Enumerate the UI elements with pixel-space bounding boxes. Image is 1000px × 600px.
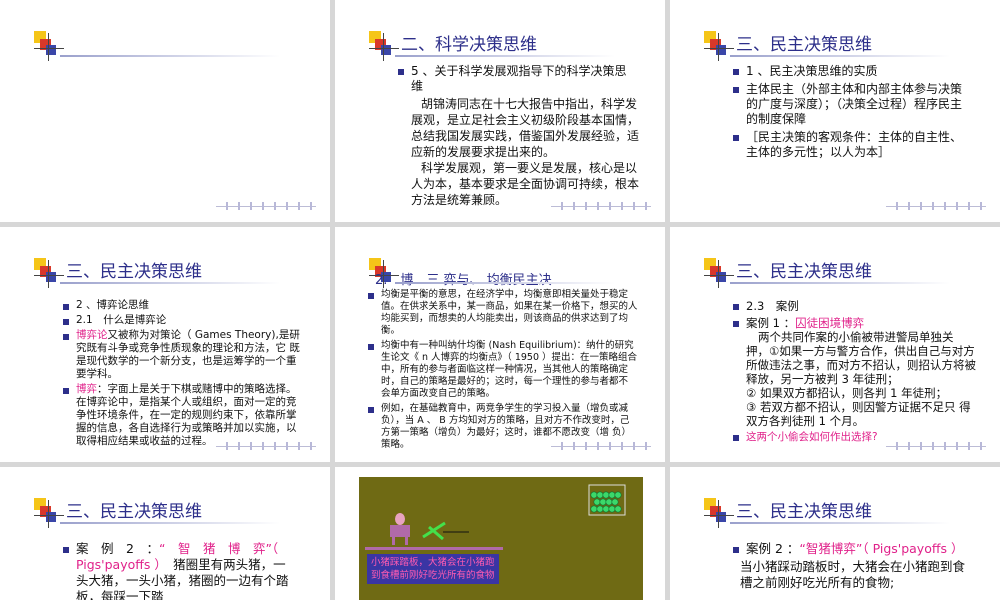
slide-5[interactable]: 2. 博 三 弈与、 均衡民主决 均衡是平衡的意思，在经济学中，均衡意即相关量处… [335,227,665,462]
slide-title: 三、民主决策思维 [66,502,202,522]
paragraph: 胡锦涛同志在十七大报告中指出，科学发展观，是立足社会主义初级阶段基本国情，总结我… [411,97,640,159]
slide-4[interactable]: 三、民主决策思维 2 、博弈论思维 2.1 什么是博弈论 博弈论又被称为对策论（… [0,227,330,462]
slide-2[interactable]: 二、科学决策思维 5 、关于科学发展观指导下的科学决策思 维 胡锦涛同志在十七大… [335,0,665,222]
title-underline [395,282,615,284]
footer-ornament [216,442,316,450]
bullet-item: 2.3 案例 [732,299,976,313]
title-underline [60,522,280,524]
footer-ornament [886,202,986,210]
caption-line: 小猪踩踏板，大猪会在小猪跑 [371,557,495,568]
slide-title: 二、科学决策思维 [401,35,537,55]
platform [365,547,503,550]
paragraph: ③ 若双方都不招认，则因警方证据不足只 得双方各判徒刑 1 个月。 [746,400,971,428]
slide-title: 三、民主决策思维 [736,262,872,282]
slide-title: 三、民主决策思维 [736,502,872,522]
slide-decoration-icon [34,31,64,61]
slide-decoration-icon [34,498,64,528]
slide-decoration-icon [704,31,734,61]
title-underline [395,55,615,57]
paragraph: ② 如果双方都招认，则各判 1 年徒刑； [746,386,948,400]
bullet-item: 案例 2 ：“智猪博弈”（ Pigs'payoffs ） [732,541,974,557]
bullet-text: ：字面上是关于下棋或赌博中的策略选择。在博弈论中，是指某个人或组织，面对一定的竞… [76,383,297,447]
game-illustration: 小猪踩踏板，大猪会在小猪跑 到食槽前刚好吃光所有的食物 [359,477,643,600]
case-name: 囚徒困境博弈 [795,316,865,330]
slide-8[interactable]: 小猪踩踏板，大猪会在小猪跑 到食槽前刚好吃光所有的食物 [335,467,665,600]
title-underline [730,282,950,284]
bullet-item: 均衡是平衡的意思，在经济学中，均衡意即相关量处于稳定值。在供求关系中，某一商品，… [367,289,639,337]
slide-decoration-icon [704,258,734,288]
slide-6[interactable]: 三、民主决策思维 2.3 案例 案例 1 ：囚徒困境博弈 两个共同作案的小偷被带… [670,227,1000,462]
bullet-item: 案例 1 ：囚徒困境博弈 [732,316,976,330]
bullet-item: 1 、民主决策思维的实质 [732,64,972,79]
title-underline [60,55,280,57]
footer-ornament [216,202,316,210]
paragraph: 科学发展观，第一要义是发展，核心是以人为本，基本要求是全面协调可持续，根本方法是… [411,161,640,207]
slide-7[interactable]: 三、民主决策思维 案 例 2 ：“ 智 猪 博 弈”（ Pigs'payoffs… [0,467,330,600]
slide-decoration-icon [369,31,399,61]
game-caption: 小猪踩踏板，大猪会在小猪跑 到食槽前刚好吃光所有的食物 [367,554,499,584]
slide-title: 三、民主决策思维 [736,35,872,55]
bullet-item: 5 、关于科学发展观指导下的科学决策思 维 [397,64,637,94]
slide-title-overlap: 2. 博 三 弈与、 均衡民主决 [375,273,552,288]
title-underline [60,282,280,284]
term-highlight: 博弈论 [76,329,108,341]
case-label: 案 例 2 ： [76,541,159,556]
bullet-item: 2 、博弈论思维 [62,299,302,312]
title-underline [730,55,950,57]
caption-line: 到食槽前刚好吃光所有的食物 [371,570,495,581]
bullet-item: 均衡中有一种叫纳什均衡 (Nash Equilibrium)：纳什的研究 生论文… [367,340,639,400]
bullet-item: 主体民主（外部主体和内部主体参与决策的广度与深度）；（决策全过程）程序民主的制度… [732,82,972,127]
bullet-item: 案 例 2 ：“ 智 猪 博 弈”（ Pigs'payoffs ） 猪圈里有两头… [62,541,294,600]
bullet-text: 又被称为对策论（ Games Theory),是研 究既有斗争或竞争性质现象的理… [76,329,300,380]
pedal-lever-icon [422,521,469,541]
bullet-item: ［民主决策的客观条件：主体的自主性、主体的多元性；以人为本］ [732,130,972,160]
bullet-item: 博弈：字面上是关于下棋或赌博中的策略选择。在博弈论中，是指某个人或组织，面对一定… [62,383,302,448]
slide-3[interactable]: 三、民主决策思维 1 、民主决策思维的实质 主体民主（外部主体和内部主体参与决策… [670,0,1000,222]
term-highlight: 博弈 [76,383,97,395]
footer-ornament [551,202,651,210]
paragraph: 当小猪踩动踏板时，大猪会在小猪跑到食槽之前刚好吃光所有的食物; [740,559,966,590]
bullet-item: 博弈论又被称为对策论（ Games Theory),是研 究既有斗争或竞争性质现… [62,329,302,381]
case-label: 案例 1 ： [746,316,796,330]
slide-decoration-icon [704,498,734,528]
footer-ornament [886,442,986,450]
footer-ornament [551,442,651,450]
slide-1[interactable] [0,0,330,222]
bullet-item: 2.1 什么是博弈论 [62,314,302,327]
slide-decoration-icon [34,258,64,288]
case-name: “智猪博弈”（ Pigs'payoffs ） [799,541,964,556]
pig-icon [390,513,410,545]
title-underline [730,522,950,524]
slide-title: 三、民主决策思维 [66,262,202,282]
case-label: 案例 2 ： [746,541,800,556]
paragraph: 两个共同作案的小偷被带进警局单独关押，①如果一方与警方合作，供出自己与对方所做违… [746,330,976,386]
slide-9[interactable]: 三、民主决策思维 案例 2 ：“智猪博弈”（ Pigs'payoffs ） 当小… [670,467,1000,600]
food-pellets [590,491,622,513]
